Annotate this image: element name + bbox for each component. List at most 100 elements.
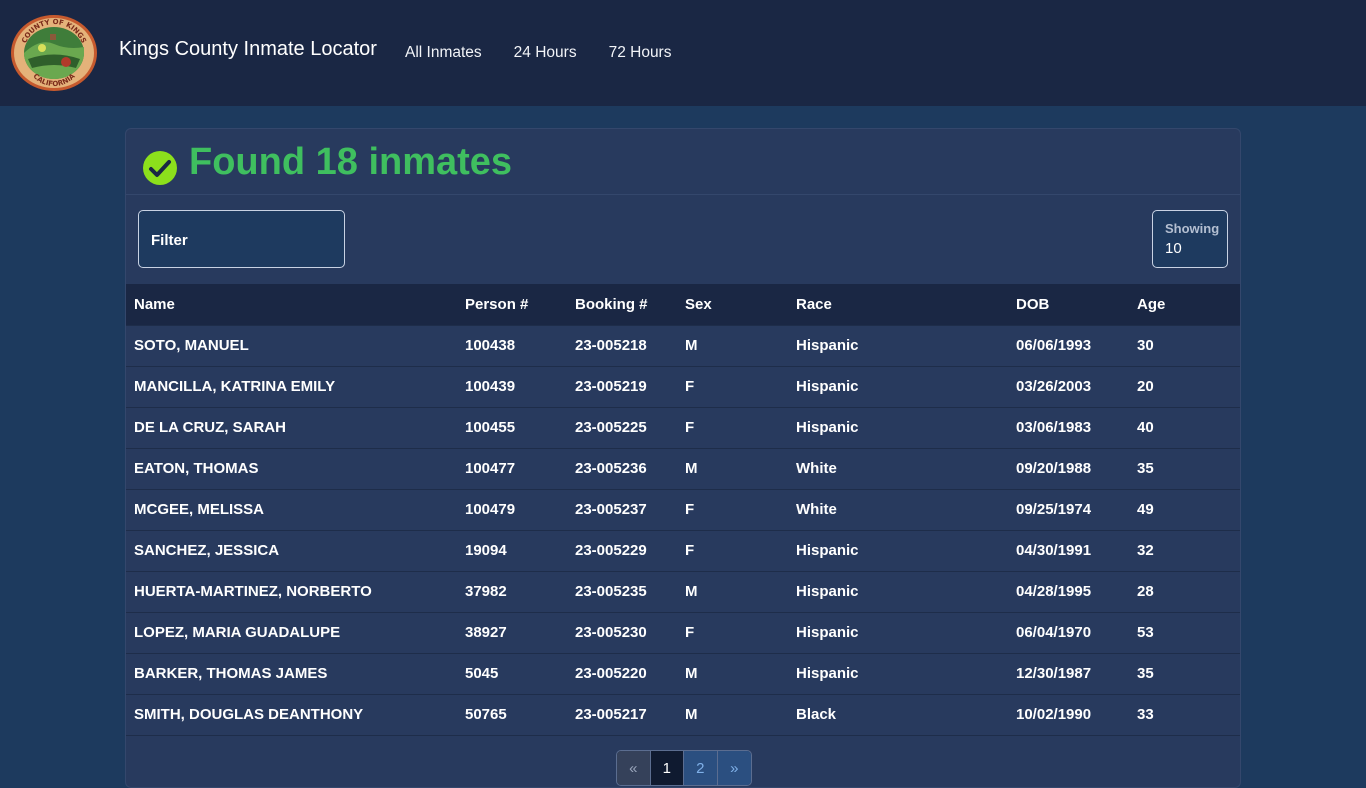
- county-seal-logo[interactable]: COUNTY OF KINGS CALIFORNIA: [10, 14, 98, 92]
- results-count-title: Found 18 inmates: [189, 141, 513, 183]
- cell-race: Hispanic: [796, 542, 859, 559]
- cell-booking: 23-005229: [575, 542, 647, 559]
- column-header-age[interactable]: Age: [1129, 284, 1240, 325]
- cell-age: 32: [1137, 542, 1154, 559]
- cell-age: 20: [1137, 378, 1154, 395]
- filter-input[interactable]: Filter: [138, 210, 345, 268]
- table-row[interactable]: BARKER, THOMAS JAMES 5045 23-005220 M Hi…: [126, 653, 1240, 694]
- table-header-row: Name Person # Booking # Sex Race DOB Age: [126, 284, 1240, 325]
- top-navbar: COUNTY OF KINGS CALIFORNIA Kings County …: [0, 0, 1366, 106]
- cell-sex: M: [685, 337, 698, 354]
- filter-label: Filter: [151, 232, 188, 249]
- cell-dob: 04/30/1991: [1016, 542, 1092, 559]
- cell-age: 49: [1137, 501, 1154, 518]
- nav-all-inmates[interactable]: All Inmates: [405, 44, 482, 62]
- cell-age: 35: [1137, 665, 1154, 682]
- cell-sex: F: [685, 501, 695, 518]
- table-row[interactable]: DE LA CRUZ, SARAH 100455 23-005225 F His…: [126, 407, 1240, 448]
- table-row[interactable]: MANCILLA, KATRINA EMILY 100439 23-005219…: [126, 366, 1240, 407]
- cell-race: Hispanic: [796, 665, 859, 682]
- cell-person: 5045: [465, 665, 499, 682]
- cell-booking: 23-005236: [575, 460, 647, 477]
- cell-race: Hispanic: [796, 419, 859, 436]
- cell-race: White: [796, 460, 837, 477]
- cell-booking: 23-005237: [575, 501, 647, 518]
- cell-age: 53: [1137, 624, 1154, 641]
- pagination-page-2[interactable]: 2: [684, 751, 718, 785]
- cell-person: 19094: [465, 542, 507, 559]
- cell-dob: 06/04/1970: [1016, 624, 1092, 641]
- cell-person: 100477: [465, 460, 516, 477]
- table-row[interactable]: SOTO, MANUEL 100438 23-005218 M Hispanic…: [126, 325, 1240, 366]
- showing-label: Showing: [1165, 221, 1220, 236]
- nav-24-hours[interactable]: 24 Hours: [514, 44, 577, 62]
- column-header-dob[interactable]: DOB: [1008, 284, 1129, 325]
- cell-sex: F: [685, 542, 695, 559]
- cell-dob: 03/26/2003: [1016, 378, 1092, 395]
- cell-booking: 23-005230: [575, 624, 647, 641]
- cell-sex: M: [685, 665, 698, 682]
- cell-person: 100439: [465, 378, 516, 395]
- column-header-person[interactable]: Person #: [457, 284, 567, 325]
- cell-sex: F: [685, 419, 695, 436]
- nav-72-hours[interactable]: 72 Hours: [609, 44, 672, 62]
- main-nav: All Inmates 24 Hours 72 Hours: [405, 44, 671, 62]
- cell-name: DE LA CRUZ, SARAH: [134, 419, 286, 436]
- results-card: Found 18 inmates Filter Showing 10 Name …: [125, 128, 1241, 788]
- cell-age: 28: [1137, 583, 1154, 600]
- pagination-next-button[interactable]: »: [717, 751, 751, 785]
- cell-dob: 09/20/1988: [1016, 460, 1092, 477]
- cell-person: 38927: [465, 624, 507, 641]
- column-header-sex[interactable]: Sex: [677, 284, 788, 325]
- showing-value: 10: [1165, 240, 1182, 257]
- table-row[interactable]: MCGEE, MELISSA 100479 23-005237 F White …: [126, 489, 1240, 530]
- table-row[interactable]: LOPEZ, MARIA GUADALUPE 38927 23-005230 F…: [126, 612, 1240, 653]
- pagination: « 1 2 »: [616, 750, 752, 786]
- cell-age: 35: [1137, 460, 1154, 477]
- cell-name: SMITH, DOUGLAS DEANTHONY: [134, 706, 364, 723]
- cell-race: Hispanic: [796, 583, 859, 600]
- pagination-prev-button[interactable]: «: [617, 751, 651, 785]
- cell-booking: 23-005218: [575, 337, 647, 354]
- showing-select[interactable]: Showing 10: [1152, 210, 1228, 268]
- cell-name: SOTO, MANUEL: [134, 337, 249, 354]
- cell-race: Hispanic: [796, 378, 859, 395]
- cell-race: Hispanic: [796, 624, 859, 641]
- cell-person: 100438: [465, 337, 516, 354]
- cell-dob: 10/02/1990: [1016, 706, 1092, 723]
- cell-race: Hispanic: [796, 337, 859, 354]
- check-circle-icon: [143, 151, 177, 185]
- cell-name: MANCILLA, KATRINA EMILY: [134, 378, 336, 395]
- table-row[interactable]: SANCHEZ, JESSICA 19094 23-005229 F Hispa…: [126, 530, 1240, 571]
- results-header: Found 18 inmates: [126, 129, 1240, 195]
- cell-dob: 06/06/1993: [1016, 337, 1092, 354]
- cell-person: 37982: [465, 583, 507, 600]
- cell-name: BARKER, THOMAS JAMES: [134, 665, 328, 682]
- table-row[interactable]: HUERTA-MARTINEZ, NORBERTO 37982 23-00523…: [126, 571, 1240, 612]
- table-row[interactable]: SMITH, DOUGLAS DEANTHONY 50765 23-005217…: [126, 694, 1240, 735]
- cell-age: 30: [1137, 337, 1154, 354]
- column-header-booking[interactable]: Booking #: [567, 284, 677, 325]
- cell-race: Black: [796, 706, 837, 723]
- column-header-race[interactable]: Race: [788, 284, 1008, 325]
- cell-booking: 23-005219: [575, 378, 647, 395]
- cell-sex: M: [685, 583, 698, 600]
- cell-race: White: [796, 501, 837, 518]
- cell-sex: F: [685, 624, 695, 641]
- cell-sex: M: [685, 460, 698, 477]
- cell-person: 100455: [465, 419, 516, 436]
- pagination-page-1[interactable]: 1: [650, 751, 684, 785]
- inmates-table: Name Person # Booking # Sex Race DOB Age…: [126, 284, 1240, 736]
- table-row[interactable]: EATON, THOMAS 100477 23-005236 M White 0…: [126, 448, 1240, 489]
- cell-dob: 12/30/1987: [1016, 665, 1092, 682]
- cell-sex: F: [685, 378, 695, 395]
- cell-name: SANCHEZ, JESSICA: [134, 542, 280, 559]
- cell-booking: 23-005220: [575, 665, 647, 682]
- cell-name: LOPEZ, MARIA GUADALUPE: [134, 624, 341, 641]
- cell-age: 33: [1137, 706, 1154, 723]
- site-brand-title[interactable]: Kings County Inmate Locator: [119, 38, 377, 61]
- column-header-name[interactable]: Name: [126, 284, 457, 325]
- cell-sex: M: [685, 706, 698, 723]
- cell-booking: 23-005235: [575, 583, 647, 600]
- cell-booking: 23-005225: [575, 419, 647, 436]
